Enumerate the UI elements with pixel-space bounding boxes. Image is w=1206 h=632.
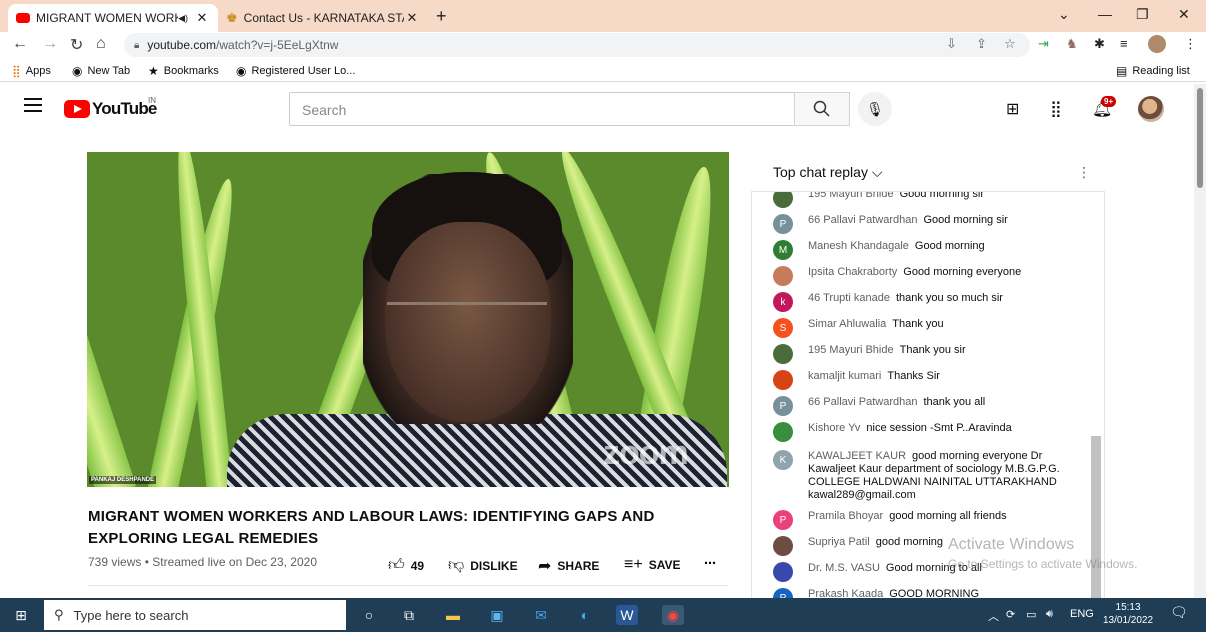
chat-message-body: Pramila Bhoyar good morning all friends xyxy=(808,510,1007,530)
mail-icon[interactable]: ✉ xyxy=(530,605,552,625)
chat-message[interactable]: Kishore Yv nice session -Smt P..Aravinda xyxy=(773,422,1073,442)
edge-icon[interactable]: ◐ xyxy=(574,605,596,625)
chevron-down-icon: ⌵ xyxy=(871,164,883,180)
chat-message[interactable]: K KAWALJEET KAUR good morning everyone Dr … xyxy=(773,450,1073,502)
chat-author[interactable]: 195 Mayuri Bhide xyxy=(808,344,894,356)
chat-message-body: 66 Pallavi Patwardhan thank you all xyxy=(808,396,985,416)
chat-text: Thank you sir xyxy=(899,344,966,356)
chat-message[interactable]: P 66 Pallavi Patwardhan Good morning sir xyxy=(773,214,1073,234)
chat-message[interactable]: P Pramila Bhoyar good morning all friends xyxy=(773,510,1073,530)
chat-text: Good morning sir xyxy=(923,214,1008,226)
chat-message[interactable]: P Prakash Kaada GOOD MORNING xyxy=(773,588,1073,598)
chat-text: thank you so much sir xyxy=(895,292,1003,304)
chat-message-body: 195 Mayuri Bhide Thank you sir xyxy=(808,344,966,364)
chat-message[interactable]: Ipsita Chakraborty Good morning everyone xyxy=(773,266,1073,286)
tray-chevron-icon[interactable]: ︿ xyxy=(988,608,999,624)
activate-windows-title: Activate Windows xyxy=(948,536,1075,553)
chat-message[interactable]: k 46 Trupti kanade thank you so much sir xyxy=(773,292,1073,312)
tray-sync-icon[interactable]: ⟳ xyxy=(1006,608,1015,621)
file-explorer-icon[interactable]: ▬ xyxy=(442,605,464,625)
activate-windows-subtitle: Go to Settings to activate Windows. xyxy=(948,557,1138,571)
chat-text: Thank you xyxy=(892,318,944,330)
chat-avatar[interactable] xyxy=(773,562,793,582)
chat-text: nice session -Smt P..Aravinda xyxy=(866,422,1012,434)
word-icon[interactable]: W xyxy=(616,605,638,625)
network-icon[interactable]: ▭ xyxy=(1026,608,1036,621)
chrome-icon[interactable]: ◉ xyxy=(662,605,684,625)
chat-author[interactable]: 46 Trupti kanade xyxy=(808,292,890,304)
chat-author[interactable]: Supriya Patil xyxy=(808,536,870,548)
chat-avatar[interactable] xyxy=(773,266,793,286)
chat-author[interactable]: 66 Pallavi Patwardhan xyxy=(808,396,917,408)
chat-text: GOOD MORNING xyxy=(889,588,980,598)
chat-text: Good morning xyxy=(914,240,985,252)
chat-mode-label: Top chat replay xyxy=(773,164,868,180)
chat-message-body: 66 Pallavi Patwardhan Good morning sir xyxy=(808,214,1008,234)
chat-avatar[interactable]: K xyxy=(773,450,793,470)
taskbar-search-placeholder: Type here to search xyxy=(73,607,189,623)
chat-avatar[interactable] xyxy=(773,370,793,390)
chat-message[interactable]: kamaljit kumari Thanks Sir xyxy=(773,370,1073,390)
chat-text: Thanks Sir xyxy=(887,370,940,382)
windows-start-icon[interactable]: ⊞ xyxy=(10,605,32,625)
chat-avatar[interactable]: P xyxy=(773,510,793,530)
chat-scrollbar-thumb[interactable] xyxy=(1091,436,1101,598)
chat-avatar[interactable]: S xyxy=(773,318,793,338)
chat-message-list: 195 Mayuri Bhide Good morning sir P 66 Pall… xyxy=(0,0,1206,598)
chat-message-body: Kishore Yv nice session -Smt P..Aravinda xyxy=(808,422,1012,442)
chat-author[interactable]: Pramila Bhoyar xyxy=(808,510,883,522)
chat-avatar[interactable]: k xyxy=(773,292,793,312)
volume-icon[interactable]: 🔊︎ xyxy=(1046,608,1053,621)
notifications-center-icon[interactable]: 🗨︎ xyxy=(1170,604,1188,621)
chat-author[interactable]: kamaljit kumari xyxy=(808,370,881,382)
chat-message-body: Supriya Patil good morning xyxy=(808,536,943,556)
chat-message[interactable]: P 66 Pallavi Patwardhan thank you all xyxy=(773,396,1073,416)
chat-text: good morning all friends xyxy=(889,510,1007,522)
chat-avatar[interactable]: M xyxy=(773,240,793,260)
chat-message-body: KAWALJEET KAUR good morning everyone Dr K… xyxy=(808,450,1073,502)
chat-message[interactable]: M Manesh Khandagale Good morning xyxy=(773,240,1073,260)
chat-message[interactable]: S Simar Ahluwalia Thank you xyxy=(773,318,1073,338)
chat-avatar[interactable] xyxy=(773,536,793,556)
clock-time: 15:13 xyxy=(1115,602,1141,613)
chat-text: Good morning everyone xyxy=(903,266,1022,278)
chat-text: good morning xyxy=(875,536,944,548)
chat-author[interactable]: Kishore Yv xyxy=(808,422,860,434)
chat-author[interactable]: Ipsita Chakraborty xyxy=(808,266,897,278)
clock-date: 13/01/2022 xyxy=(1103,615,1154,626)
chat-message[interactable]: 195 Mayuri Bhide Thank you sir xyxy=(773,344,1073,364)
chat-message-body: Simar Ahluwalia Thank you xyxy=(808,318,944,338)
chat-message-body: Manesh Khandagale Good morning xyxy=(808,240,985,260)
language-indicator[interactable]: ENG xyxy=(1070,608,1094,620)
chat-more-icon[interactable]: ⋮ xyxy=(1077,164,1091,181)
task-view-icon[interactable]: ⧉ xyxy=(398,605,420,625)
chat-author[interactable]: Manesh Khandagale xyxy=(808,240,909,252)
taskbar-search-input[interactable]: ⚲ Type here to search xyxy=(44,600,346,630)
chat-avatar[interactable] xyxy=(773,344,793,364)
chat-mode-dropdown[interactable]: Top chat replay ⌵ xyxy=(773,164,882,181)
chat-author[interactable]: 66 Pallavi Patwardhan xyxy=(808,214,917,226)
chat-message-body: Ipsita Chakraborty Good morning everyone xyxy=(808,266,1021,286)
chat-author[interactable]: KAWALJEET KAUR xyxy=(808,450,906,462)
chat-message-body: 46 Trupti kanade thank you so much sir xyxy=(808,292,1003,312)
chat-author[interactable]: Simar Ahluwalia xyxy=(808,318,886,330)
cortana-icon[interactable]: ○ xyxy=(358,605,380,625)
chat-message-body: Prakash Kaada GOOD MORNING xyxy=(808,588,979,598)
chat-avatar[interactable] xyxy=(773,422,793,442)
chat-text: thank you all xyxy=(923,396,986,408)
chat-avatar[interactable]: P xyxy=(773,588,793,598)
chat-avatar[interactable]: P xyxy=(773,396,793,416)
chat-author[interactable]: Prakash Kaada xyxy=(808,588,883,598)
store-icon[interactable]: ▣ xyxy=(486,605,508,625)
chat-message-body: kamaljit kumari Thanks Sir xyxy=(808,370,940,390)
search-icon: ⚲ xyxy=(54,607,64,622)
taskbar-clock[interactable]: 15:13 13/01/2022 xyxy=(1103,601,1153,627)
chat-avatar[interactable]: P xyxy=(773,214,793,234)
chat-author[interactable]: Dr. M.S. VASU xyxy=(808,562,880,574)
